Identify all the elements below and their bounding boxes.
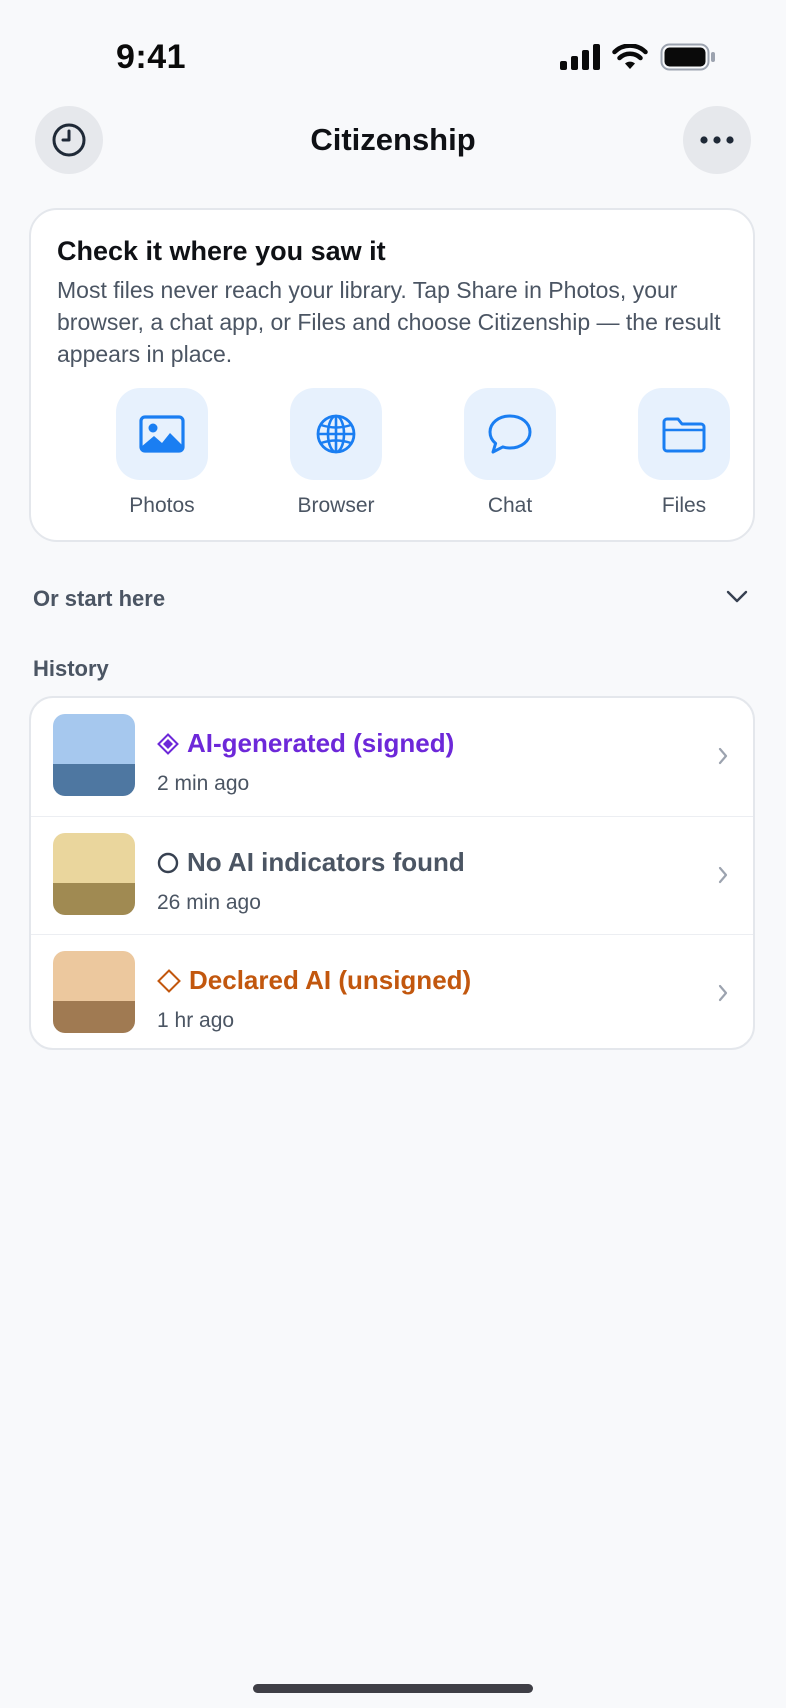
- history-item-title: Declared AI (unsigned): [189, 965, 472, 995]
- history-item[interactable]: No AI indicators found 26 min ago: [31, 816, 753, 935]
- history-item-time: 2 min ago: [157, 772, 250, 795]
- more-ellipsis-icon: [700, 136, 734, 144]
- share-target-files[interactable]: Files: [619, 388, 749, 518]
- share-instructions-card: Check it where you saw it Most files nev…: [29, 208, 755, 542]
- chevron-down-icon: [726, 590, 748, 603]
- target-icon-tile: [464, 388, 556, 480]
- status-bar: 9:41: [0, 0, 786, 100]
- target-label: Photos: [129, 494, 195, 517]
- share-card-title: Check it where you saw it: [57, 236, 386, 266]
- share-target-photos[interactable]: Photos: [97, 388, 227, 518]
- app-screen: 9:41 Citizenship Check it where you saw …: [0, 0, 786, 1708]
- diamond-outline-icon: [157, 968, 181, 993]
- history-item-time: 1 hr ago: [157, 1009, 235, 1032]
- history-item-title-row: No AI indicators found: [157, 847, 465, 878]
- page-title: Citizenship: [310, 122, 476, 157]
- cellular-signal-icon: [560, 44, 600, 70]
- battery-icon: [660, 43, 715, 71]
- status-icons: [560, 42, 716, 72]
- filled-diamond-icon: [157, 732, 179, 755]
- history-thumbnail: [53, 951, 135, 1033]
- wifi-icon: [612, 44, 648, 69]
- folder-icon: [662, 417, 706, 453]
- history-item-title: No AI indicators found: [187, 847, 465, 877]
- share-target-chat[interactable]: Chat: [445, 388, 575, 518]
- target-label: Chat: [487, 494, 533, 517]
- history-item-title-row: Declared AI (unsigned): [157, 965, 471, 996]
- chevron-right-icon: [718, 747, 728, 765]
- circle-outline-icon: [157, 852, 179, 873]
- target-label: Browser: [297, 494, 375, 517]
- share-targets: Photos Browser Chat Files: [31, 388, 753, 528]
- history-thumbnail: [53, 714, 135, 796]
- history-item-time: 26 min ago: [157, 891, 261, 914]
- chevron-right-icon: [718, 866, 728, 884]
- target-icon-tile: [638, 388, 730, 480]
- globe-icon: [316, 414, 356, 454]
- target-label: Files: [661, 494, 707, 517]
- status-time: 9:41: [116, 38, 187, 76]
- start-here-disclosure[interactable]: Or start here: [33, 584, 755, 618]
- top-nav-bar: Citizenship: [0, 106, 786, 174]
- history-item[interactable]: AI-generated (signed) 2 min ago: [31, 698, 753, 816]
- photo-icon: [139, 415, 185, 453]
- history-list: AI-generated (signed) 2 min ago No AI in…: [29, 696, 755, 1050]
- chat-bubble-icon: [488, 414, 532, 454]
- history-heading: History: [33, 656, 109, 681]
- history-thumbnail: [53, 833, 135, 915]
- history-item-title-row: AI-generated (signed): [157, 728, 454, 759]
- chevron-right-icon: [718, 984, 728, 1002]
- start-here-label: Or start here: [33, 586, 166, 611]
- target-icon-tile: [116, 388, 208, 480]
- share-card-description: Most files never reach your library. Tap…: [57, 277, 721, 367]
- more-options-button[interactable]: [683, 106, 751, 174]
- history-item-title: AI-generated (signed): [187, 728, 455, 758]
- target-icon-tile: [290, 388, 382, 480]
- history-item[interactable]: Declared AI (unsigned) 1 hr ago: [31, 934, 753, 1048]
- share-target-browser[interactable]: Browser: [271, 388, 401, 518]
- home-indicator[interactable]: [253, 1684, 533, 1693]
